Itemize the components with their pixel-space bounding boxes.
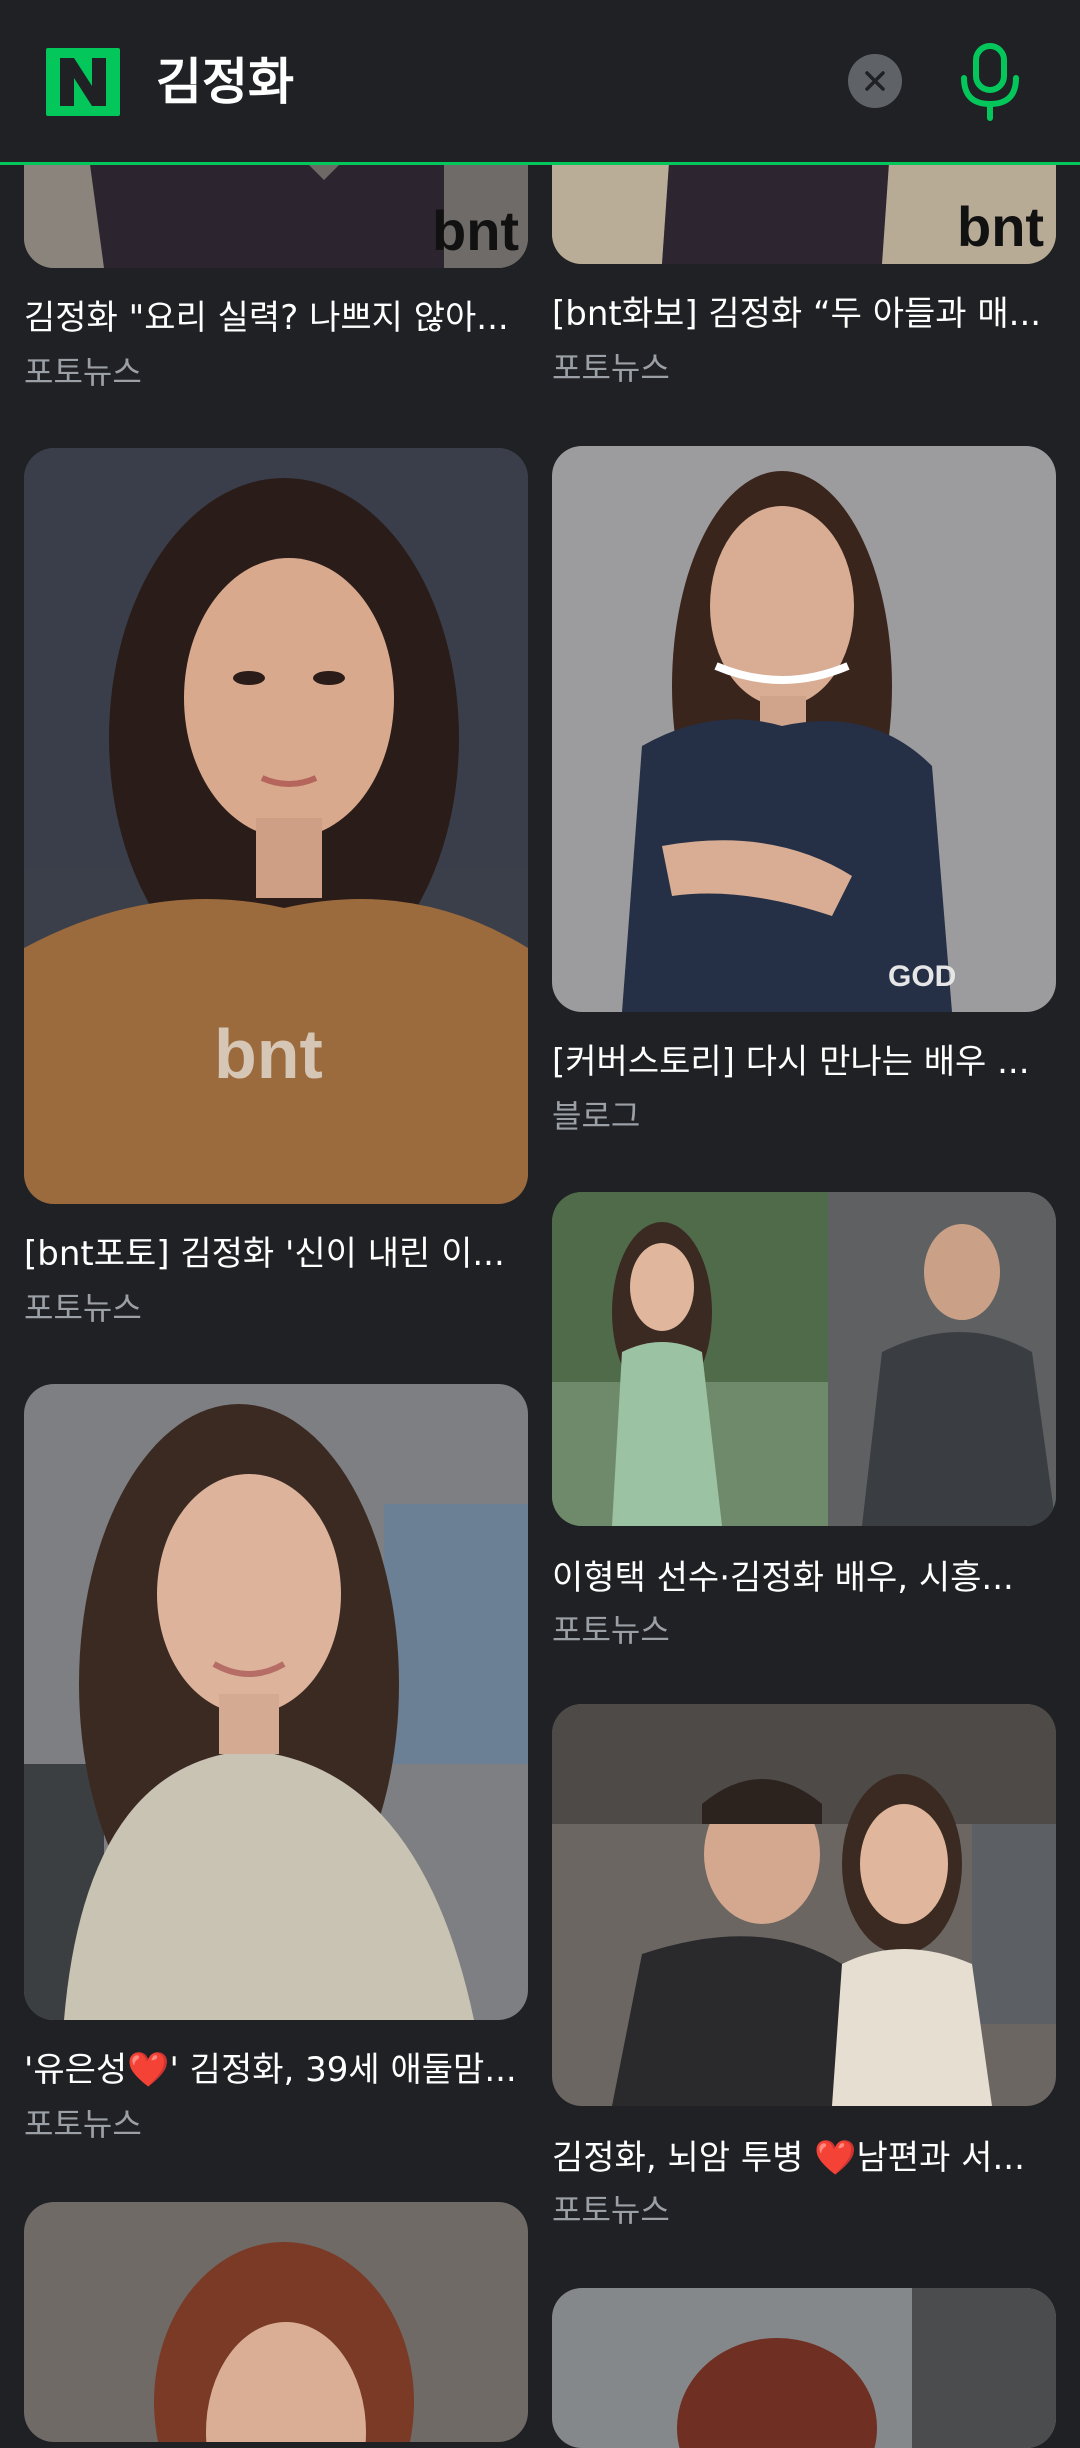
clear-search-button[interactable] <box>848 54 902 108</box>
result-source[interactable]: 포토뉴스 <box>24 1286 142 1330</box>
result-title[interactable]: [커버스토리] 다시 만나는 배우 ... <box>552 1038 1072 1086</box>
photo-image <box>552 1192 1056 1526</box>
result-source[interactable]: 블로그 <box>552 1094 640 1138</box>
result-title[interactable]: [bnt포토] 김정화 '신이 내린 이... <box>24 1230 544 1278</box>
result-source[interactable]: 포토뉴스 <box>552 1608 670 1652</box>
result-source[interactable]: 포토뉴스 <box>24 350 142 394</box>
result-source[interactable]: 포토뉴스 <box>552 2188 670 2232</box>
result-title[interactable]: 김정화 "요리 실력? 나쁘지 않아... <box>24 294 544 342</box>
result-thumbnail[interactable]: bnt <box>24 448 528 1204</box>
photo-image <box>24 2202 528 2442</box>
naver-logo-icon[interactable] <box>46 48 120 116</box>
search-header: 김정화 <box>0 0 1080 165</box>
result-thumbnail[interactable]: GOD <box>552 446 1056 1012</box>
image-watermark: bnt <box>214 1015 323 1093</box>
close-icon <box>865 71 885 91</box>
result-thumbnail[interactable] <box>552 1192 1056 1526</box>
photo-image <box>552 2288 1056 2448</box>
result-source[interactable]: 포토뉴스 <box>552 346 670 390</box>
result-thumbnail[interactable] <box>552 2288 1056 2448</box>
result-thumbnail[interactable] <box>24 2202 528 2442</box>
photo-image <box>552 446 1056 1012</box>
result-title[interactable]: 김정화, 뇌암 투병 ❤️남편과 서... <box>552 2134 1072 2182</box>
image-watermark: bnt <box>432 199 520 262</box>
microphone-icon[interactable] <box>950 40 1030 122</box>
photo-image <box>552 1704 1056 2106</box>
image-watermark: GOD <box>888 960 957 993</box>
result-title[interactable]: 이형택 선수·김정화 배우, 시흥... <box>552 1554 1072 1602</box>
image-watermark: bnt <box>957 195 1045 258</box>
result-thumbnail[interactable] <box>24 1384 528 2020</box>
result-title[interactable]: '유은성❤️' 김정화, 39세 애둘맘... <box>24 2046 544 2094</box>
result-thumbnail[interactable] <box>552 1704 1056 2106</box>
result-title[interactable]: [bnt화보] 김정화 “두 아들과 매... <box>552 290 1072 338</box>
photo-image <box>24 1384 528 2020</box>
result-source[interactable]: 포토뉴스 <box>24 2102 142 2146</box>
search-query-text[interactable]: 김정화 <box>156 46 294 118</box>
